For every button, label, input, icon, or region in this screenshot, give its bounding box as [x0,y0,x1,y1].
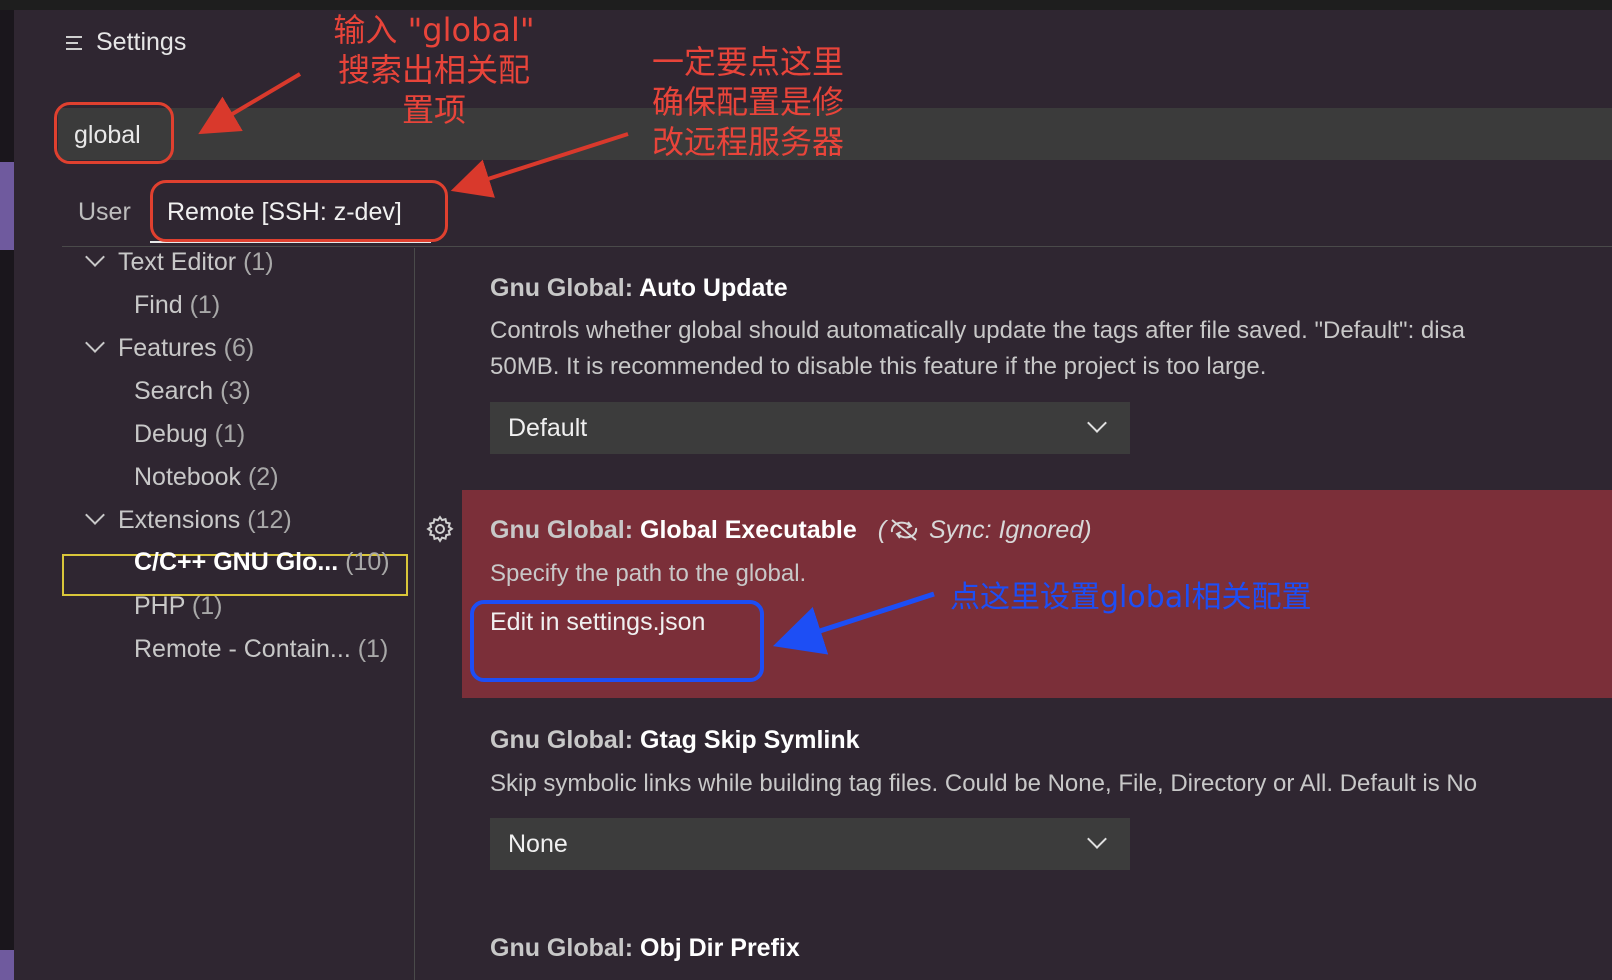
activity-bar-indicator [0,162,14,250]
sync-ignored-icon [890,519,918,541]
toc-item-find[interactable]: Find (1) [134,285,220,325]
activity-bar [0,10,14,980]
toc-item-remote-containers[interactable]: Remote - Contain... (1) [134,629,388,669]
gear-icon[interactable] [425,514,455,544]
toc-item-extensions[interactable]: Extensions (12) [85,500,292,540]
annotation-remote-note: 一定要点这里 确保配置是修 改远程服务器 [652,43,845,161]
annotation-box-remote-tab [150,180,448,242]
chevron-down-icon [85,247,105,267]
window-top-bar [0,0,1612,10]
page-title: Settings [96,28,187,56]
setting-description-global-executable: Specify the path to the global. [490,560,807,587]
setting-title-obj-dir-prefix: Gnu Global: Obj Dir Prefix [490,934,800,962]
setting-description-gtag-skip-symlink: Skip symbolic links while building tag f… [490,770,1478,797]
chevron-down-icon [85,505,105,525]
settings-toc: Text Editor (1) Find (1) Features (6) Se… [62,247,415,980]
annotation-box-edit-link [470,600,764,682]
annotation-box-search [54,102,174,164]
toc-item-features[interactable]: Features (6) [85,328,254,368]
tab-user[interactable]: User [78,198,131,227]
setting-title-auto-update: Gnu Global: Auto Update [490,274,788,302]
setting-title-global-executable: Gnu Global: Global Executable ( Sync: Ig… [490,516,1092,544]
toc-item-text-editor[interactable]: Text Editor (1) [85,242,274,282]
toc-item-search[interactable]: Search (3) [134,371,251,411]
annotation-search-note: 输入 "global" 搜索出相关配 置项 [333,11,535,129]
annotation-edit-note: 点这里设置global相关配置 [950,580,1312,615]
toc-item-cpp-gnu-global[interactable]: C/C++ GNU Glo... (10) [134,542,390,582]
setting-description-auto-update: Controls whether global should automatic… [490,317,1465,380]
chevron-down-icon [1087,413,1107,433]
toc-item-debug[interactable]: Debug (1) [134,414,245,454]
chevron-down-icon [85,333,105,353]
activity-bar-indicator-bottom [0,950,14,980]
auto-update-dropdown[interactable]: Default [490,402,1130,454]
setting-title-gtag-skip-symlink: Gnu Global: Gtag Skip Symlink [490,726,860,754]
toc-item-notebook[interactable]: Notebook (2) [134,457,279,497]
menu-icon[interactable] [66,34,86,52]
settings-header: Settings [66,28,186,57]
toc-item-php[interactable]: PHP (1) [134,586,222,626]
chevron-down-icon [1087,829,1107,849]
gtag-skip-symlink-dropdown[interactable]: None [490,818,1130,870]
sync-ignored-indicator: ( Sync: Ignored) [877,516,1092,544]
